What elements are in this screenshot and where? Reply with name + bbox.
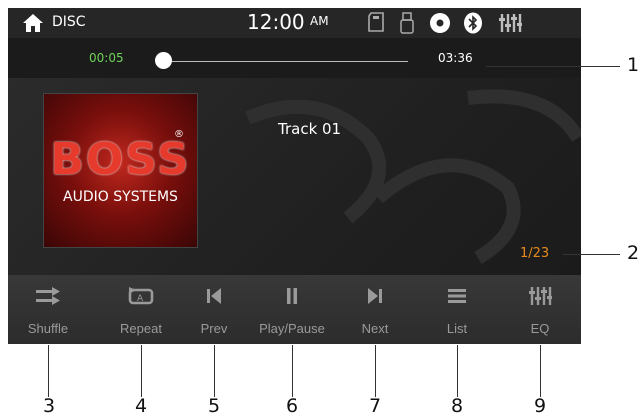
callout-9: 9 — [534, 395, 547, 417]
usb-icon — [400, 12, 414, 38]
repeat-label: Repeat — [120, 321, 162, 336]
shuffle-icon — [13, 285, 83, 307]
svg-text:A: A — [137, 294, 144, 304]
callout-7: 7 — [369, 395, 382, 417]
callout-line-4 — [141, 345, 142, 397]
clock-time: 12:00 — [247, 10, 305, 34]
callout-3: 3 — [43, 395, 56, 417]
status-bar: DISC 12:00 AM — [8, 8, 581, 38]
list-button[interactable]: List — [422, 275, 492, 344]
eq-label: EQ — [530, 321, 550, 336]
bluetooth-icon — [463, 12, 483, 38]
eq-status-icon — [498, 12, 523, 38]
control-bar: Shuffle A Repeat Prev Play/Pause Next Li… — [8, 275, 581, 344]
shuffle-button[interactable]: Shuffle — [13, 275, 83, 344]
clock-ampm: AM — [310, 14, 329, 28]
disc-icon — [429, 12, 451, 38]
callout-line-8 — [457, 345, 458, 397]
play-pause-button[interactable]: Play/Pause — [257, 275, 327, 344]
callout-line-7 — [375, 345, 376, 397]
total-time: 03:36 — [438, 51, 473, 65]
callout-line-6 — [292, 345, 293, 397]
callout-6: 6 — [286, 395, 299, 417]
elapsed-time: 00:05 — [89, 51, 124, 65]
play-pause-icon — [257, 285, 327, 307]
play-pause-label: Play/Pause — [259, 321, 325, 336]
callout-5: 5 — [208, 395, 221, 417]
shuffle-label: Shuffle — [27, 321, 69, 336]
prev-icon — [179, 285, 249, 307]
track-counter: 1/23 — [520, 246, 550, 261]
next-label: Next — [361, 321, 389, 336]
head-unit-screen: DISC 12:00 AM 00:05 03:36 BOSS ® AUDIO S… — [8, 8, 581, 344]
callout-line-3 — [48, 345, 49, 397]
prev-button[interactable]: Prev — [179, 275, 249, 344]
track-title: Track 01 — [278, 120, 342, 138]
repeat-button[interactable]: A Repeat — [106, 275, 176, 344]
home-icon[interactable] — [22, 13, 44, 37]
next-icon — [340, 285, 410, 307]
album-art-mark: ® — [174, 129, 184, 140]
album-art-subtitle: AUDIO SYSTEMS — [63, 189, 178, 205]
callout-1: 1 — [627, 54, 640, 76]
source-label: DISC — [52, 14, 86, 30]
album-art: BOSS ® AUDIO SYSTEMS — [43, 93, 198, 248]
callout-4: 4 — [135, 395, 148, 417]
callout-line-2 — [563, 254, 620, 255]
now-playing-panel: BOSS ® AUDIO SYSTEMS Track 01 1/23 — [8, 78, 581, 275]
progress-knob[interactable] — [155, 52, 173, 69]
progress-row: 00:05 03:36 — [8, 38, 581, 78]
callout-8: 8 — [451, 395, 464, 417]
callout-line-1 — [486, 66, 620, 67]
eq-icon — [505, 285, 575, 307]
list-icon — [422, 285, 492, 307]
prev-label: Prev — [200, 321, 228, 336]
sd-card-icon — [368, 12, 386, 36]
callout-line-5 — [214, 345, 215, 397]
callout-line-9 — [540, 345, 541, 397]
callout-2: 2 — [627, 242, 640, 264]
progress-track[interactable] — [158, 61, 408, 62]
next-button[interactable]: Next — [340, 275, 410, 344]
list-label: List — [446, 321, 468, 336]
repeat-icon: A — [106, 285, 176, 307]
eq-button[interactable]: EQ — [505, 275, 575, 344]
album-art-brand: BOSS — [50, 134, 191, 185]
